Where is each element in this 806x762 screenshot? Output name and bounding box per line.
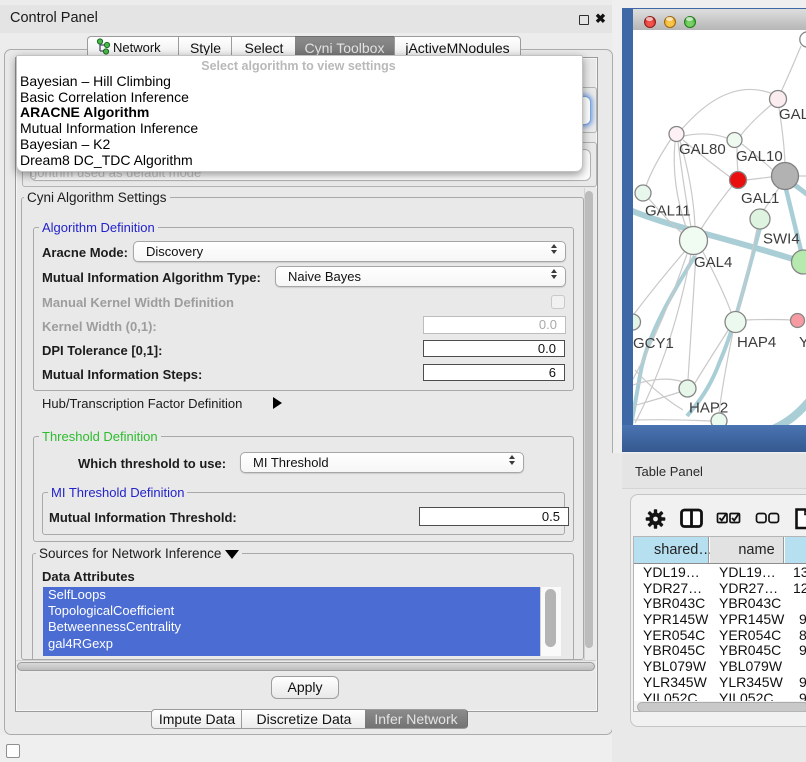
svg-text:YL: YL xyxy=(799,334,806,351)
svg-text:GAL4: GAL4 xyxy=(694,254,732,271)
svg-text:GCY1: GCY1 xyxy=(633,335,674,352)
svg-text:GAL10: GAL10 xyxy=(736,148,783,165)
svg-text:HAP4: HAP4 xyxy=(737,334,776,351)
svg-text:GAL2: GAL2 xyxy=(779,106,806,123)
svg-text:GAL1: GAL1 xyxy=(741,190,779,207)
svg-text:HAP2: HAP2 xyxy=(689,400,728,417)
svg-text:GAL11: GAL11 xyxy=(645,203,691,220)
svg-text:GAL80: GAL80 xyxy=(679,141,726,158)
svg-text:SWI4: SWI4 xyxy=(763,231,800,248)
